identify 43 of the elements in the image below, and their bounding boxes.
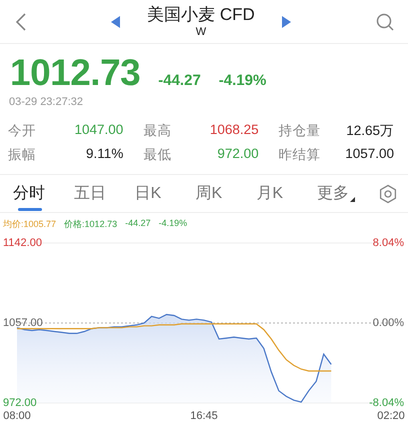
- last-price: 1012.73: [10, 52, 140, 94]
- legend-text: -44.27: [125, 218, 151, 230]
- stat-label: 振幅: [8, 146, 36, 164]
- stat-label: 昨结算: [278, 146, 321, 164]
- axis-label: 972.00: [3, 396, 37, 409]
- caret-icon: [350, 197, 356, 202]
- percent-label: 8.04%: [372, 236, 404, 249]
- stat-value: 1068.25: [210, 122, 259, 139]
- stat-label: 最低: [143, 146, 172, 164]
- period-tab[interactable]: 月K: [256, 175, 318, 212]
- stat-label: 持仓量: [278, 122, 321, 140]
- time-label: 16:45: [190, 410, 218, 422]
- next-icon[interactable]: [282, 16, 291, 28]
- period-tab[interactable]: 分时: [13, 175, 74, 212]
- percent-change: -4.19%: [218, 72, 266, 89]
- back-icon[interactable]: [16, 12, 26, 30]
- percent-label: 0.00%: [372, 316, 404, 329]
- stat-label: 今开: [8, 122, 36, 140]
- axis-label: 1142.00: [3, 236, 42, 249]
- percent-label: -8.04%: [369, 396, 404, 409]
- period-tab[interactable]: 日K: [134, 175, 196, 212]
- stat-value: 9.11%: [86, 146, 124, 163]
- stat-label: 最高: [143, 122, 172, 140]
- previous-icon[interactable]: [111, 16, 120, 28]
- price-change: -44.27: [158, 72, 201, 89]
- stat-value: 1057.00: [345, 146, 394, 163]
- legend-text: 价格:1012.73: [64, 218, 118, 231]
- period-tab[interactable]: 更多: [317, 175, 378, 212]
- time-label: 02:20: [377, 410, 405, 422]
- time-label: 08:00: [3, 410, 31, 422]
- axis-label: 1057.00: [3, 316, 43, 329]
- settings-icon[interactable]: [378, 184, 398, 204]
- search-icon[interactable]: [376, 12, 394, 30]
- legend-text: 均价:1005.77: [3, 218, 56, 231]
- stat-value: 972.00: [217, 146, 259, 163]
- stat-value: 12.65万: [346, 122, 394, 140]
- period-tab[interactable]: 周K: [195, 175, 256, 212]
- period-tab[interactable]: 五日: [74, 175, 135, 212]
- instrument-code: W: [196, 24, 206, 38]
- stat-value: 1047.00: [74, 122, 124, 139]
- instrument-title: 美国小麦 CFD: [147, 4, 255, 24]
- timestamp: 03-29 23:27:32: [8, 95, 84, 108]
- legend-text: -4.19%: [158, 218, 188, 230]
